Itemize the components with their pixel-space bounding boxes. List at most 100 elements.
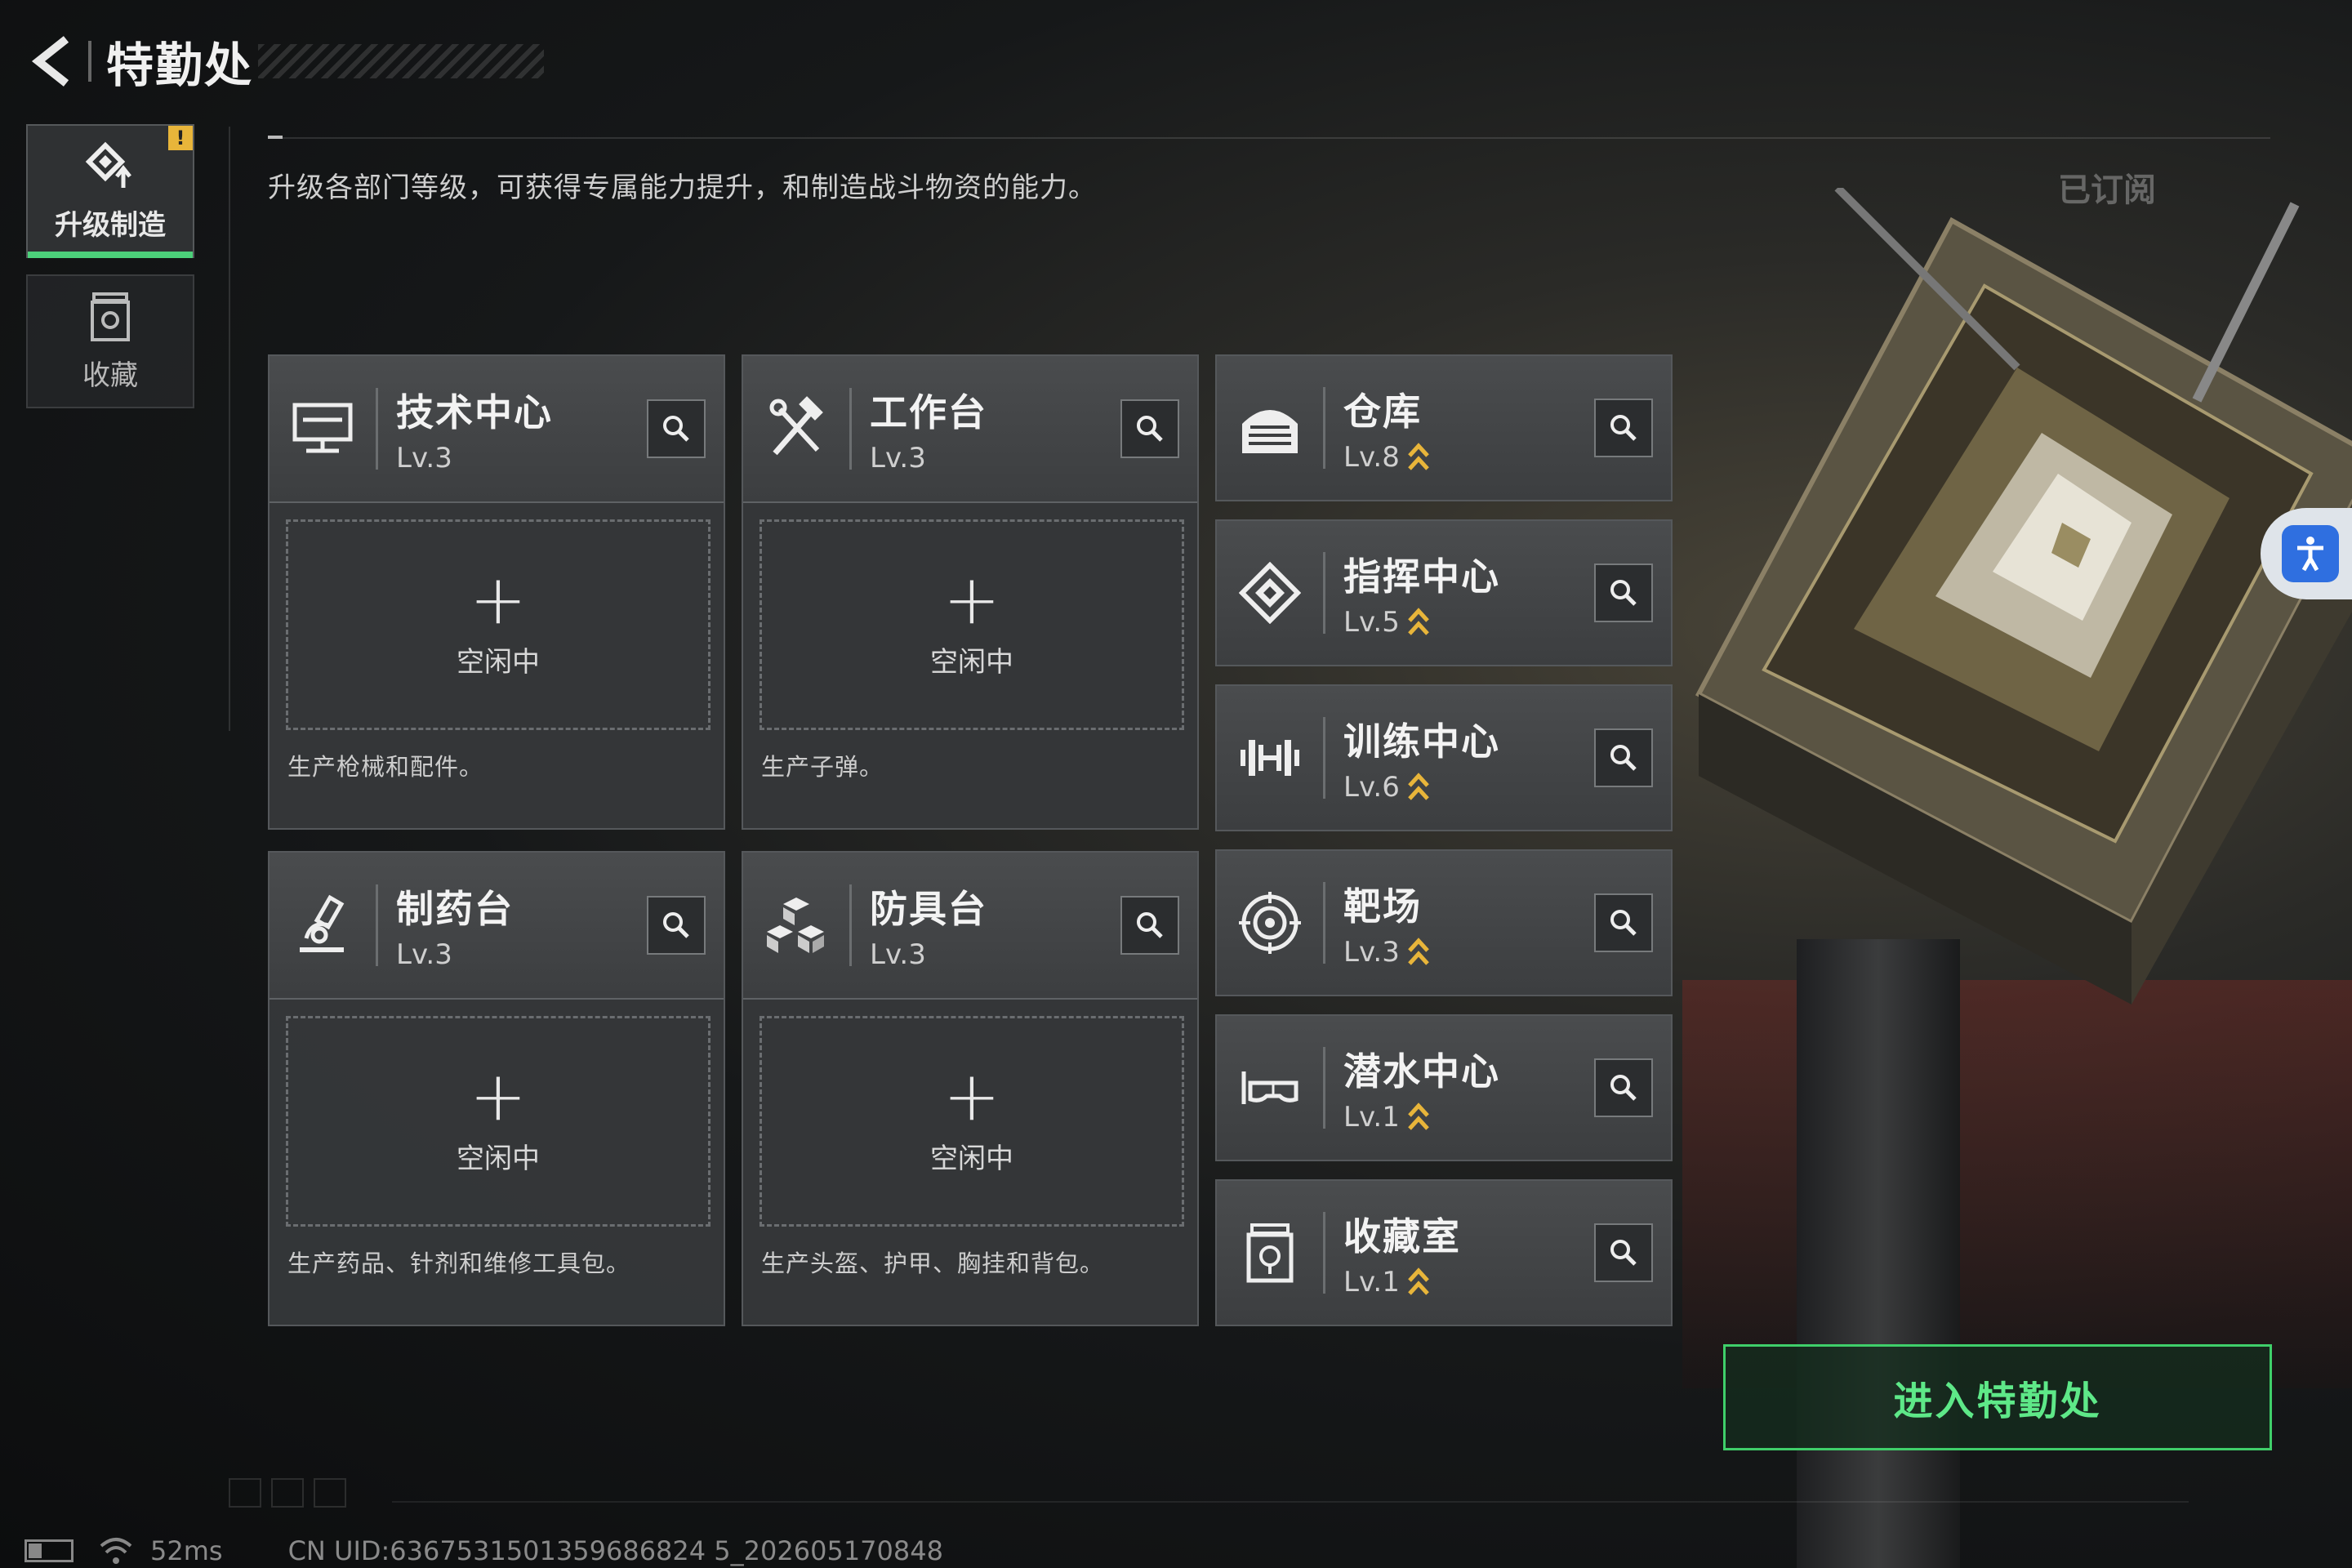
search-button[interactable] <box>1120 399 1179 458</box>
card-header[interactable]: 工作台 Lv.3 <box>743 356 1197 503</box>
production-slot[interactable]: + 空闲中 <box>760 519 1184 730</box>
search-icon <box>663 912 689 938</box>
card-workbench: 工作台 Lv.3 + 空闲中 生产子弹。 <box>742 354 1199 830</box>
facility-name: 潜水中心 <box>1343 1049 1500 1094</box>
card-body: + 空闲中 生产枪械和配件。 <box>270 503 724 828</box>
facility-description: 生产枪械和配件。 <box>287 753 484 781</box>
facility-name: 工作台 <box>870 390 987 434</box>
divider-vertical <box>229 127 230 731</box>
card-body: + 空闲中 生产子弹。 <box>743 503 1197 828</box>
card-armor-bench: 防具台 Lv.3 + 空闲中 生产头盔、护甲、胸挂和背包。 <box>742 851 1199 1326</box>
subscribed-label: 已订阅 <box>2058 172 2156 209</box>
card-diving-center[interactable]: 潜水中心 Lv.1 <box>1215 1014 1673 1161</box>
facility-name: 靶场 <box>1343 884 1422 929</box>
command-center-icon <box>1233 556 1307 630</box>
nav-collection-label: 收藏 <box>82 359 138 392</box>
accessibility-icon <box>2282 525 2339 582</box>
upgrade-arrow-icon <box>1408 1267 1429 1295</box>
slot-status: 空闲中 <box>930 1142 1013 1175</box>
battery-icon <box>24 1539 74 1562</box>
search-button[interactable] <box>647 399 706 458</box>
ping-value: 52ms <box>150 1535 223 1566</box>
search-button[interactable] <box>1594 728 1653 787</box>
upgrade-arrow-icon <box>1408 443 1429 470</box>
card-warehouse[interactable]: 仓库 Lv.8 <box>1215 354 1673 501</box>
back-button[interactable] <box>24 29 82 94</box>
search-button[interactable] <box>1120 896 1179 955</box>
card-header: 指挥中心 Lv.5 <box>1217 521 1671 665</box>
facility-name: 制药台 <box>396 887 514 931</box>
card-body: + 空闲中 生产药品、针剂和维修工具包。 <box>270 1000 724 1325</box>
card-shooting-range[interactable]: 靶场 Lv.3 <box>1215 849 1673 996</box>
search-button[interactable] <box>1594 1223 1653 1282</box>
plus-icon: + <box>469 559 528 639</box>
facility-name: 仓库 <box>1343 390 1422 434</box>
warning-badge: ! <box>168 126 193 150</box>
production-slot[interactable]: + 空闲中 <box>760 1016 1184 1227</box>
user-uid: CN UID:6367531501359686824 5_20260517084… <box>287 1535 943 1566</box>
enter-special-ops-button[interactable]: 进入特勤处 <box>1723 1344 2272 1450</box>
search-button[interactable] <box>1594 893 1653 952</box>
nav-upgrade-craft-label: 升级制造 <box>55 208 166 242</box>
facility-level: Lv.3 <box>396 938 452 971</box>
facility-cube-illustration <box>1674 185 2352 1029</box>
facility-description: 生产药品、针剂和维修工具包。 <box>287 1250 631 1277</box>
upgrade-arrow-icon <box>1408 938 1429 965</box>
search-icon <box>1610 910 1637 936</box>
production-slot[interactable]: + 空闲中 <box>286 1016 710 1227</box>
back-arrow-icon <box>31 36 69 87</box>
nav-collection[interactable]: 收藏 <box>26 274 194 408</box>
search-button[interactable] <box>1594 564 1653 622</box>
card-body: + 空闲中 生产头盔、护甲、胸挂和背包。 <box>743 1000 1197 1325</box>
cubes-icon <box>760 889 833 962</box>
hammer-wrench-icon <box>760 392 833 466</box>
facility-level: Lv.6 <box>1343 771 1400 804</box>
production-slot[interactable]: + 空闲中 <box>286 519 710 730</box>
search-button[interactable] <box>1594 1058 1653 1117</box>
card-header[interactable]: 技术中心 Lv.3 <box>270 356 724 503</box>
nav-upgrade-craft[interactable]: ! 升级制造 <box>26 124 194 258</box>
divider-marker <box>268 136 283 139</box>
collection-icon <box>91 292 130 341</box>
page-title: 特勤处 <box>106 38 254 93</box>
card-header: 潜水中心 Lv.1 <box>1217 1016 1671 1160</box>
facility-name: 训练中心 <box>1343 719 1500 764</box>
title-stripes <box>258 44 545 78</box>
facility-description: 生产头盔、护甲、胸挂和背包。 <box>761 1250 1105 1277</box>
facility-name: 技术中心 <box>396 390 553 434</box>
upgrade-icon <box>85 141 131 188</box>
search-icon <box>1610 580 1637 606</box>
search-icon <box>1137 416 1163 442</box>
card-header: 仓库 Lv.8 <box>1217 356 1671 500</box>
search-icon <box>1137 912 1163 938</box>
card-command-center[interactable]: 指挥中心 Lv.5 <box>1215 519 1673 666</box>
facility-level: Lv.3 <box>870 442 926 474</box>
page-description: 升级各部门等级，可获得专属能力提升，和制造战斗物资的能力。 <box>268 172 1097 204</box>
facility-level: Lv.1 <box>1343 1266 1400 1298</box>
slot-status: 空闲中 <box>457 645 540 679</box>
card-header[interactable]: 防具台 Lv.3 <box>743 853 1197 1000</box>
accessibility-button[interactable] <box>2261 508 2352 599</box>
facility-level: Lv.3 <box>1343 936 1400 969</box>
status-bar: 52ms CN UID:6367531501359686824 5_202605… <box>24 1535 943 1566</box>
slot-status: 空闲中 <box>457 1142 540 1175</box>
upgrade-arrow-icon <box>1408 1102 1429 1130</box>
card-collection-room[interactable]: 收藏室 Lv.1 <box>1215 1179 1673 1326</box>
decorative-boxes <box>229 1478 346 1508</box>
search-button[interactable] <box>1594 399 1653 457</box>
decorative-line <box>392 1501 2189 1503</box>
facility-level: Lv.3 <box>870 938 926 971</box>
search-button[interactable] <box>647 896 706 955</box>
search-icon <box>1610 415 1637 441</box>
top-bar: 特勤处 <box>24 24 545 98</box>
card-header[interactable]: 制药台 Lv.3 <box>270 853 724 1000</box>
facility-name: 防具台 <box>870 887 987 931</box>
search-icon <box>1610 745 1637 771</box>
card-training-center[interactable]: 训练中心 Lv.6 <box>1215 684 1673 831</box>
search-icon <box>1610 1240 1637 1266</box>
monitor-icon <box>286 392 359 466</box>
plus-icon: + <box>942 559 1001 639</box>
search-icon <box>663 416 689 442</box>
facility-level: Lv.5 <box>1343 606 1400 639</box>
plus-icon: + <box>469 1055 528 1136</box>
